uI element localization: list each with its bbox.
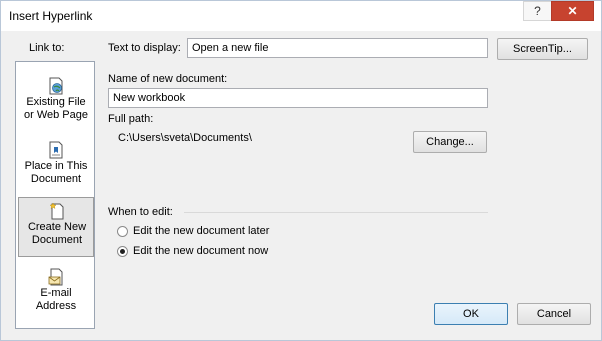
radio-selected-dot bbox=[120, 249, 125, 254]
ok-button[interactable]: OK bbox=[434, 303, 508, 325]
when-to-edit-label: When to edit: bbox=[108, 206, 173, 218]
dialog-body bbox=[8, 32, 595, 333]
title-bar: Insert Hyperlink ? ✕ bbox=[1, 1, 601, 31]
new-document-icon bbox=[49, 202, 64, 220]
close-button[interactable]: ✕ bbox=[551, 1, 594, 21]
nav-create-new-document[interactable]: Create New Document bbox=[18, 197, 94, 257]
insert-hyperlink-dialog: Insert Hyperlink ? ✕ Link to: Existing F… bbox=[0, 0, 602, 341]
nav-existing-file[interactable]: Existing File or Web Page bbox=[18, 73, 94, 133]
nav-email-address[interactable]: E-mail Address bbox=[18, 264, 94, 324]
nav-create-new-document-label: Create New Document bbox=[27, 221, 87, 246]
email-icon bbox=[48, 268, 63, 286]
text-to-display-label: Text to display: bbox=[108, 42, 181, 54]
full-path-label: Full path: bbox=[108, 113, 154, 125]
edit-later-radio[interactable] bbox=[117, 226, 128, 237]
document-bookmark-icon bbox=[49, 141, 63, 159]
dialog-title: Insert Hyperlink bbox=[9, 9, 93, 23]
change-button[interactable]: Change... bbox=[413, 131, 487, 153]
help-button[interactable]: ? bbox=[523, 1, 551, 21]
text-to-display-input[interactable]: Open a new file bbox=[187, 38, 488, 58]
edit-later-label[interactable]: Edit the new document later bbox=[133, 225, 269, 237]
name-of-new-document-label: Name of new document: bbox=[108, 73, 228, 85]
nav-existing-file-label: Existing File or Web Page bbox=[23, 96, 88, 121]
nav-place-in-document[interactable]: Place in This Document bbox=[18, 137, 94, 197]
screentip-button[interactable]: ScreenTip... bbox=[497, 38, 588, 60]
link-to-label: Link to: bbox=[29, 42, 65, 54]
when-to-edit-separator bbox=[184, 212, 488, 213]
edit-now-radio[interactable] bbox=[117, 246, 128, 257]
nav-place-in-document-label: Place in This Document bbox=[24, 160, 88, 185]
nav-email-address-label: E-mail Address bbox=[35, 287, 77, 312]
cancel-button[interactable]: Cancel bbox=[517, 303, 591, 325]
link-type-bar: Existing File or Web Page Place in This … bbox=[15, 61, 95, 329]
full-path-value: C:\Users\sveta\Documents\ bbox=[118, 132, 252, 144]
new-document-name-input[interactable]: New workbook bbox=[108, 88, 488, 108]
globe-file-icon bbox=[49, 77, 63, 95]
edit-now-label[interactable]: Edit the new document now bbox=[133, 245, 268, 257]
